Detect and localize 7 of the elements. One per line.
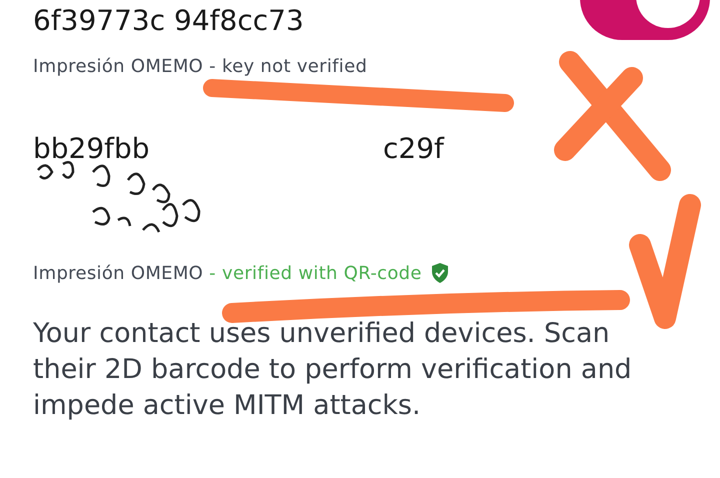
fingerprint-text: 6f39773c 94f8cc73 xyxy=(33,4,304,37)
fingerprint-status-label: Impresión OMEMO - key not verified xyxy=(33,56,368,77)
fingerprint-text: bb29fbb xyxy=(33,132,150,165)
fingerprint-text: c29f xyxy=(383,132,444,165)
fingerprint-status-label: Impresión OMEMO - verified with QR-code xyxy=(33,262,720,284)
verification-notice: Your contact uses unverified devices. Scan their 2D barcode to perform verification and impede active MITM attacks. xyxy=(33,317,633,423)
verified-shield-icon xyxy=(430,262,450,284)
